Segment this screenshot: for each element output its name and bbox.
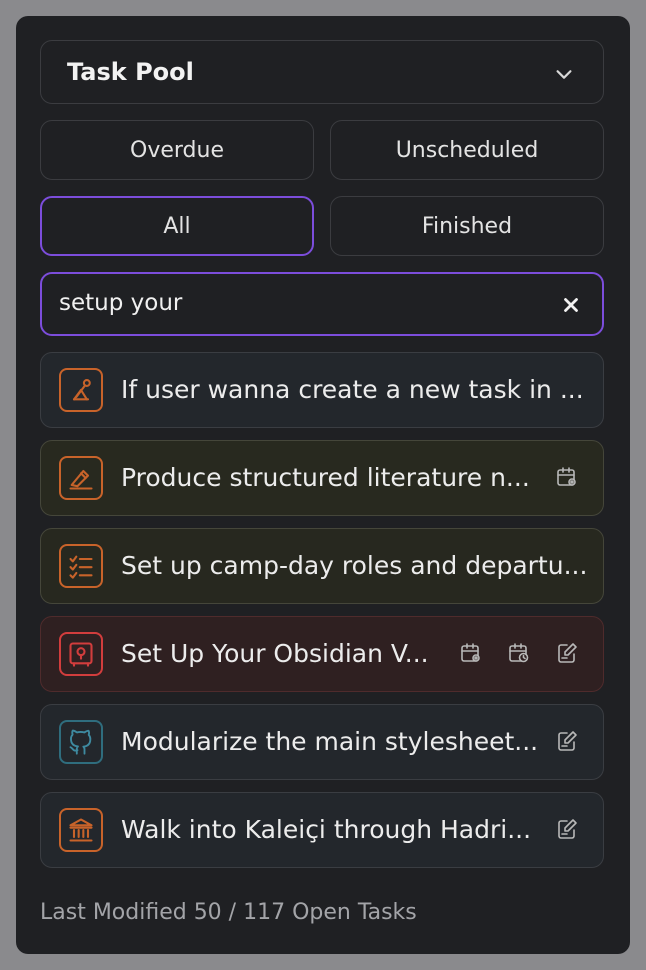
pool-title: Task Pool [67,58,194,86]
search-input[interactable]: setup your [40,272,604,336]
task-item[interactable]: If user wanna create a new task in ... [40,352,604,428]
edit-note-icon[interactable] [555,817,579,841]
task-label: Set Up Your Obsidian V... [121,639,429,668]
tripod-icon [59,368,103,412]
pool-selector[interactable]: Task Pool [40,40,604,104]
edit-note-icon[interactable] [555,729,579,753]
task-item[interactable]: Set up camp-day roles and departu... [40,528,604,604]
calendar-settings-icon[interactable] [555,465,579,489]
search-input-value[interactable]: setup your [59,290,182,316]
task-label: Modularize the main stylesheet... [121,727,539,756]
chevron-down-icon [556,70,572,79]
task-label: Set up camp-day roles and departu... [121,551,588,580]
edit-note-icon[interactable] [555,641,579,665]
task-item[interactable]: Modularize the main stylesheet... [40,704,604,780]
task-item[interactable]: Walk into Kaleiçi through Hadri... [40,792,604,868]
task-label: If user wanna create a new task in ... [121,375,584,404]
filter-overdue-button[interactable]: Overdue [40,120,314,180]
filter-all-button[interactable]: All [40,196,314,256]
vault-icon [59,632,103,676]
task-pool-panel: Task Pool Overdue Unscheduled All Finish… [16,16,630,954]
landmark-icon [59,808,103,852]
task-count-status: Last Modified 50 / 117 Open Tasks [40,900,417,925]
task-label: Walk into Kaleiçi through Hadri... [121,815,532,844]
task-label: Produce structured literature n... [121,463,530,492]
calendar-clock-icon[interactable] [507,641,531,665]
task-item[interactable]: Set Up Your Obsidian V... [40,616,604,692]
filter-unscheduled-button[interactable]: Unscheduled [330,120,604,180]
pen-tool-icon [59,456,103,500]
close-icon[interactable] [560,294,582,316]
task-item[interactable]: Produce structured literature n... [40,440,604,516]
filter-finished-button[interactable]: Finished [330,196,604,256]
checklist-icon [59,544,103,588]
calendar-settings-icon[interactable] [459,641,483,665]
github-icon [59,720,103,764]
